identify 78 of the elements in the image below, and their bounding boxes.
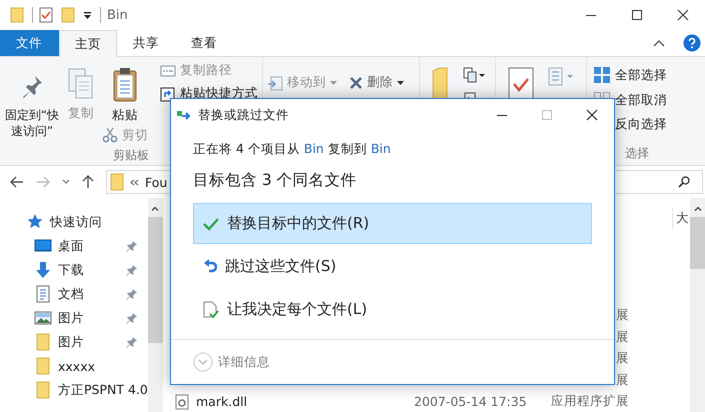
chevron-down-icon[interactable] bbox=[62, 179, 70, 185]
ribbon-tab[interactable]: 查看 bbox=[175, 30, 233, 56]
nav-item[interactable]: 文档 bbox=[0, 282, 148, 306]
nav-item[interactable]: 下载 bbox=[0, 258, 148, 282]
scroll-up-icon bbox=[151, 206, 160, 211]
document-check-icon bbox=[203, 300, 219, 318]
file-type: 展 bbox=[616, 307, 629, 324]
window-title: Bin bbox=[107, 8, 128, 22]
back-arrow-icon[interactable] bbox=[10, 176, 24, 188]
delete-x-icon bbox=[349, 76, 363, 90]
file-name[interactable]: mark.dll bbox=[196, 394, 248, 410]
nav-item[interactable]: 图片 bbox=[0, 330, 148, 354]
file-type: 展 bbox=[616, 372, 629, 389]
group-label: 选择 bbox=[625, 145, 649, 162]
scroll-up-icon bbox=[694, 206, 702, 211]
option-button[interactable]: 替换目标中的文件(R) bbox=[193, 203, 592, 244]
file-date: 2007-05-14 17:35 bbox=[414, 394, 527, 410]
maximize-icon[interactable] bbox=[631, 9, 643, 21]
ribbon-tab[interactable]: 共享 bbox=[117, 30, 175, 56]
status-text: 正在将 4 个项目从 Bin 复制到 Bin bbox=[193, 141, 391, 158]
search-icon bbox=[678, 176, 690, 188]
properties-icon[interactable] bbox=[508, 67, 534, 101]
folder-icon bbox=[34, 357, 52, 375]
copy-arrow-icon bbox=[177, 109, 193, 121]
pin-button[interactable]: 固定到“快速访问” bbox=[0, 63, 64, 147]
nav-item[interactable]: 图片 bbox=[0, 306, 148, 330]
dialog-heading: 目标包含 3 个同名文件 bbox=[193, 170, 357, 191]
folder-icon bbox=[34, 381, 52, 399]
caret-icon bbox=[397, 80, 404, 84]
option-button[interactable]: 让我决定每个文件(L) bbox=[193, 289, 592, 330]
up-arrow-icon[interactable] bbox=[82, 175, 94, 189]
group-label: 剪贴板 bbox=[113, 146, 149, 164]
star-icon bbox=[26, 213, 44, 231]
download-arrow-icon bbox=[34, 261, 52, 279]
caret-icon bbox=[330, 80, 337, 84]
folder-link[interactable]: Bin bbox=[370, 141, 391, 156]
close-icon[interactable] bbox=[586, 109, 598, 121]
file-menu-tab[interactable]: 文件 bbox=[0, 30, 59, 56]
nav-item[interactable]: xxxxx bbox=[0, 354, 148, 378]
scrollbar[interactable] bbox=[690, 198, 705, 412]
nav-item[interactable]: 方正PSPNT 4.0 bbox=[0, 378, 148, 402]
nav-item[interactable]: 桌面 bbox=[0, 234, 148, 258]
checklist-icon[interactable] bbox=[39, 7, 53, 23]
ribbon-tab[interactable]: 主页 bbox=[59, 30, 117, 57]
folder-link[interactable]: Bin bbox=[304, 141, 324, 156]
scissors-icon bbox=[102, 127, 118, 144]
nav-item[interactable]: 快速访问 bbox=[0, 210, 148, 234]
new-item-icon[interactable] bbox=[462, 67, 486, 83]
grid-icon bbox=[593, 66, 611, 84]
chevron-circle-icon bbox=[193, 352, 213, 372]
help-icon[interactable] bbox=[683, 34, 701, 52]
scrollbar[interactable] bbox=[148, 198, 163, 412]
paste-button[interactable]: 粘贴 bbox=[109, 67, 141, 124]
scroll-thumb[interactable] bbox=[690, 217, 705, 269]
dropdown-icon[interactable] bbox=[83, 10, 92, 20]
folder-icon bbox=[34, 333, 52, 351]
breadcrumb-chevron-icon bbox=[130, 178, 139, 186]
file-type: 应用程序扩展 bbox=[551, 393, 629, 410]
file-type: 展 bbox=[616, 350, 629, 368]
close-icon[interactable] bbox=[677, 9, 689, 21]
details-toggle[interactable]: 详细信息 bbox=[193, 352, 270, 372]
path-icon bbox=[160, 64, 176, 78]
clipboard-icon bbox=[112, 67, 138, 103]
delete-button[interactable]: 删除 bbox=[345, 71, 408, 94]
undo-arrow-icon bbox=[203, 258, 217, 274]
select-all-button[interactable]: 全部选择 bbox=[589, 63, 687, 87]
document-icon bbox=[34, 285, 52, 303]
move-icon bbox=[267, 74, 283, 90]
collapse-caret-icon[interactable] bbox=[653, 39, 665, 47]
check-icon bbox=[203, 216, 219, 230]
copy-icon bbox=[67, 67, 95, 101]
landscape-image-icon bbox=[34, 309, 52, 327]
file-type: 展 bbox=[616, 328, 629, 346]
dialog-title: 替换或跳过文件 bbox=[198, 106, 289, 124]
folder-icon bbox=[110, 173, 124, 191]
open-menu-icon[interactable] bbox=[548, 67, 574, 87]
option-button[interactable]: 跳过这些文件(S) bbox=[193, 246, 592, 287]
scroll-thumb[interactable] bbox=[148, 217, 163, 343]
